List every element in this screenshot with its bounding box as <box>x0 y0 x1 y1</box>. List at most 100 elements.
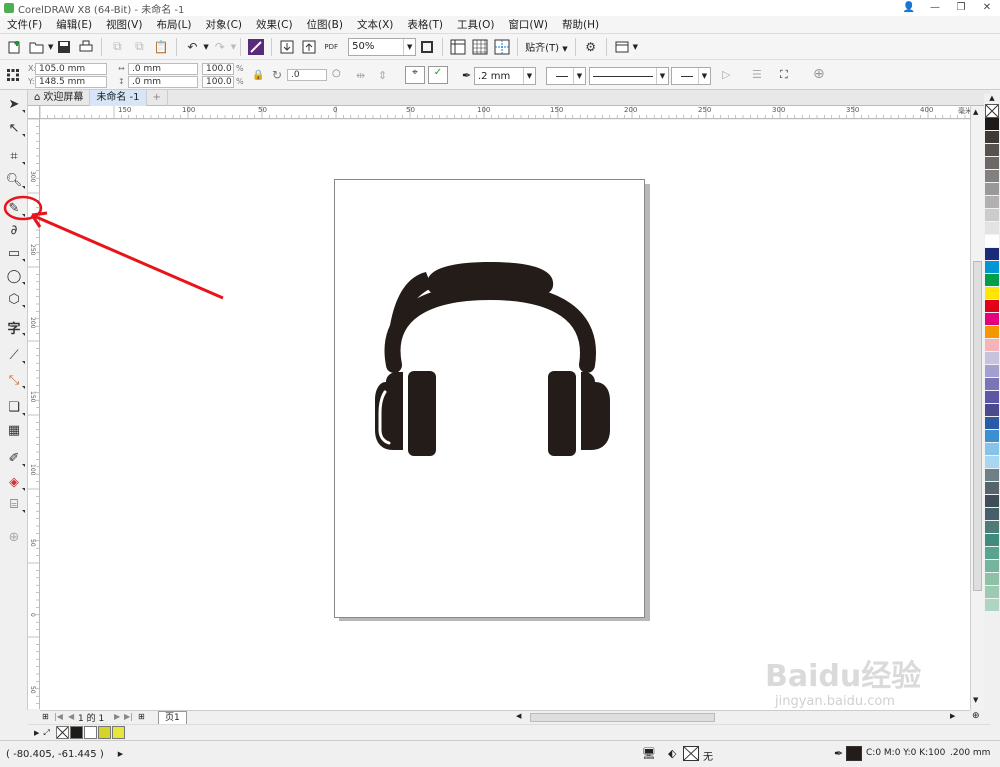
chevron-down-icon[interactable]: ▼ <box>403 38 415 55</box>
crop-tool-icon[interactable]: ⌗ <box>4 146 25 166</box>
transparency-tool-icon[interactable]: ▦ <box>4 420 24 440</box>
launcher-dropdown-icon[interactable]: ▼ <box>633 43 638 51</box>
scale-x-field[interactable]: 100.0 <box>202 63 234 75</box>
search-content-icon[interactable] <box>246 37 266 57</box>
doc-palette-menu-icon[interactable]: ▶ <box>34 729 39 737</box>
redo-icon[interactable]: ↷ <box>210 37 230 57</box>
doc-swatch-none[interactable] <box>55 726 69 739</box>
auto-join-icon[interactable]: ✓ <box>428 66 448 84</box>
chevron-down-icon[interactable]: ▼ <box>656 68 668 84</box>
palette-swatch[interactable] <box>985 352 999 365</box>
last-page-icon[interactable]: ▶| <box>124 712 133 721</box>
palette-swatch[interactable] <box>985 534 999 547</box>
position-x-field[interactable]: 105.0 mm <box>35 63 107 75</box>
new-document-icon[interactable] <box>5 37 25 57</box>
polygon-tool-icon[interactable]: ⬡ <box>4 289 25 309</box>
eyedropper-tool-icon[interactable]: ✐ <box>4 448 25 468</box>
object-origin-icon[interactable] <box>6 68 20 85</box>
palette-swatch[interactable] <box>985 118 999 131</box>
menu-edit[interactable]: 编辑(E) <box>49 16 99 34</box>
rectangle-tool-icon[interactable]: ▭ <box>4 243 25 263</box>
tab-untitled-1[interactable]: 未命名 -1 <box>90 89 147 106</box>
pick-tool-icon[interactable]: ➤ <box>4 94 25 114</box>
open-folder-icon[interactable] <box>27 37 47 57</box>
palette-swatch[interactable] <box>985 417 999 430</box>
menu-layout[interactable]: 布局(L) <box>149 16 198 34</box>
drop-shadow-tool-icon[interactable]: ❏ <box>4 397 25 417</box>
palette-swatch[interactable] <box>985 261 999 274</box>
restore-button[interactable]: ❐ <box>948 0 974 16</box>
palette-swatch[interactable] <box>985 144 999 157</box>
scale-y-field[interactable]: 100.0 <box>202 76 234 88</box>
palette-swatch[interactable] <box>985 521 999 534</box>
palette-swatch[interactable] <box>985 235 999 248</box>
previous-page-icon[interactable]: ◀ <box>68 712 74 721</box>
new-tab-button[interactable]: + <box>147 89 168 106</box>
scroll-left-icon[interactable]: ◀ <box>516 712 521 720</box>
palette-swatch[interactable] <box>985 209 999 222</box>
full-screen-icon[interactable] <box>417 37 437 57</box>
menu-text[interactable]: 文本(X) <box>350 16 400 34</box>
palette-swatch[interactable] <box>985 456 999 469</box>
menu-object[interactable]: 对象(C) <box>199 16 250 34</box>
eyedropper-icon[interactable]: ⤢ <box>43 728 49 738</box>
bounding-box-icon[interactable]: ⛶ <box>780 68 788 82</box>
shape-tool-icon[interactable]: ↖ <box>4 118 25 138</box>
no-color-swatch[interactable] <box>985 104 999 118</box>
doc-palette-swatch[interactable] <box>111 726 125 739</box>
palette-swatch[interactable] <box>985 248 999 261</box>
menu-effects[interactable]: 效果(C) <box>249 16 300 34</box>
ellipse-tool-icon[interactable]: ◯ <box>4 266 25 286</box>
palette-swatch[interactable] <box>985 469 999 482</box>
next-page-icon[interactable]: ▶ <box>114 712 120 721</box>
zoom-navigator-icon[interactable]: ⊕ <box>972 711 980 721</box>
menu-bitmap[interactable]: 位图(B) <box>300 16 350 34</box>
end-arrowhead-combo[interactable]: ▼ <box>671 67 711 85</box>
cut-icon[interactable]: ⧉ <box>107 37 127 57</box>
add-icon[interactable]: ⊕ <box>813 66 825 82</box>
zoom-tool-icon[interactable]: 🔍︎ <box>4 170 25 190</box>
palette-swatch[interactable] <box>985 196 999 209</box>
vertical-scroll-thumb[interactable] <box>973 261 982 591</box>
palette-swatch[interactable] <box>985 339 999 352</box>
document-page[interactable] <box>334 179 645 618</box>
outline-color-swatch[interactable] <box>846 746 862 761</box>
palette-swatch[interactable] <box>985 573 999 586</box>
status-menu-icon[interactable]: ▶ <box>118 750 123 758</box>
menu-window[interactable]: 窗口(W) <box>501 16 555 34</box>
palette-swatch[interactable] <box>985 391 999 404</box>
publish-pdf-icon[interactable]: PDF <box>321 37 341 57</box>
palette-swatch[interactable] <box>985 599 999 612</box>
text-tool-icon[interactable]: 字 <box>4 317 25 337</box>
scroll-down-icon[interactable]: ▼ <box>973 696 978 704</box>
palette-scroll-up-icon[interactable]: ▲ <box>984 94 1000 104</box>
palette-swatch[interactable] <box>985 404 999 417</box>
line-style-combo[interactable]: ▼ <box>589 67 669 85</box>
scroll-up-icon[interactable]: ▲ <box>973 108 978 116</box>
menu-view[interactable]: 视图(V) <box>99 16 149 34</box>
tab-welcome-screen[interactable]: ⌂ 欢迎屏幕 <box>28 89 91 106</box>
show-grid-icon[interactable] <box>470 37 490 57</box>
headphones-icon[interactable] <box>335 180 646 619</box>
options-gear-icon[interactable]: ⚙ <box>581 37 601 57</box>
horizontal-scroll-thumb[interactable] <box>530 713 715 722</box>
parallel-dimension-tool-icon[interactable]: ⟋ <box>4 345 25 365</box>
copy-icon[interactable]: ⧉ <box>129 37 149 57</box>
smart-fill-tool-icon[interactable]: ⌸ <box>4 494 25 514</box>
palette-swatch[interactable] <box>985 170 999 183</box>
palette-swatch[interactable] <box>985 560 999 573</box>
palette-swatch[interactable] <box>985 313 999 326</box>
palette-swatch[interactable] <box>985 131 999 144</box>
connector-tool-icon[interactable]: ⤡ <box>4 370 25 390</box>
fill-none-swatch[interactable] <box>683 746 699 761</box>
zoom-level-combo[interactable]: 50% ▼ <box>348 37 417 56</box>
position-y-field[interactable]: 148.5 mm <box>35 76 107 88</box>
chevron-down-icon[interactable]: ▼ <box>698 68 710 84</box>
mirror-horizontal-icon[interactable]: ⇹ <box>356 69 365 82</box>
palette-swatch[interactable] <box>985 443 999 456</box>
palette-swatch[interactable] <box>985 508 999 521</box>
palette-swatch[interactable] <box>985 157 999 170</box>
add-tool-icon[interactable]: ⊕ <box>4 527 24 547</box>
palette-swatch[interactable] <box>985 300 999 313</box>
color-proof-icon[interactable]: 🖥︎ <box>642 747 656 760</box>
